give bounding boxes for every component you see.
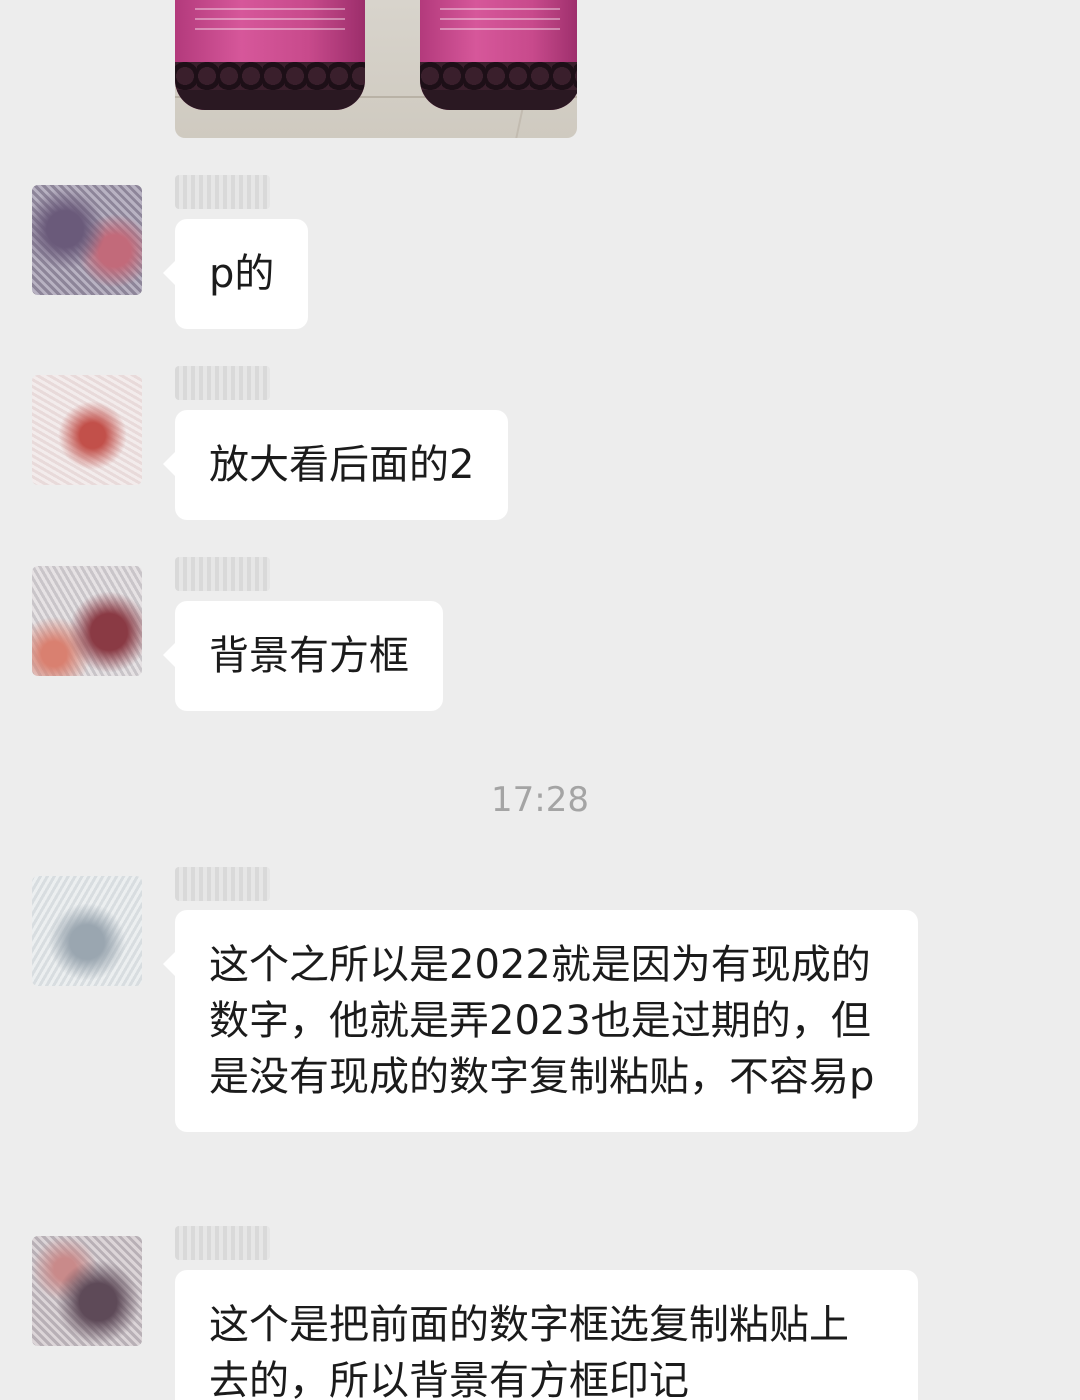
sender-name-blurred	[175, 1226, 270, 1260]
message-bubble[interactable]: p的	[162, 219, 309, 329]
message-text: 这个之所以是2022就是因为有现成的数字，他就是弄2023也是过期的，但是没有现…	[209, 942, 875, 1100]
can-label-text-left	[195, 0, 345, 38]
message-bubble[interactable]: 这个之所以是2022就是因为有现成的数字，他就是弄2023也是过期的，但是没有现…	[163, 910, 918, 1132]
chat-timestamp: 17:28	[491, 780, 589, 820]
avatar[interactable]	[32, 1236, 142, 1346]
can-band-right	[420, 62, 577, 90]
message-bubble[interactable]: 放大看后面的2	[162, 410, 509, 520]
avatar[interactable]	[32, 566, 142, 676]
avatar[interactable]	[32, 185, 142, 295]
photo-message[interactable]	[175, 0, 577, 138]
sender-name-blurred	[175, 557, 270, 591]
can-rim-left	[175, 90, 365, 110]
can-label-text-right	[440, 0, 560, 38]
message-text: 背景有方框	[209, 633, 409, 679]
message-bubble[interactable]: 这个是把前面的数字框选复制粘贴上去的，所以背景有方框印记	[175, 1270, 918, 1400]
message-text: 这个是把前面的数字框选复制粘贴上去的，所以背景有方框印记	[209, 1302, 849, 1400]
message-text: p的	[209, 251, 275, 297]
avatar[interactable]	[32, 375, 142, 485]
avatar[interactable]	[32, 876, 142, 986]
sender-name-blurred	[175, 366, 270, 400]
sender-name-blurred	[175, 867, 270, 901]
product-can-left	[175, 0, 365, 110]
sender-name-blurred	[175, 175, 270, 209]
can-rim-right	[420, 90, 577, 110]
message-text: 放大看后面的2	[209, 442, 475, 488]
can-band-left	[175, 62, 365, 90]
product-can-right	[420, 0, 577, 110]
message-bubble[interactable]: 背景有方框	[163, 601, 443, 711]
